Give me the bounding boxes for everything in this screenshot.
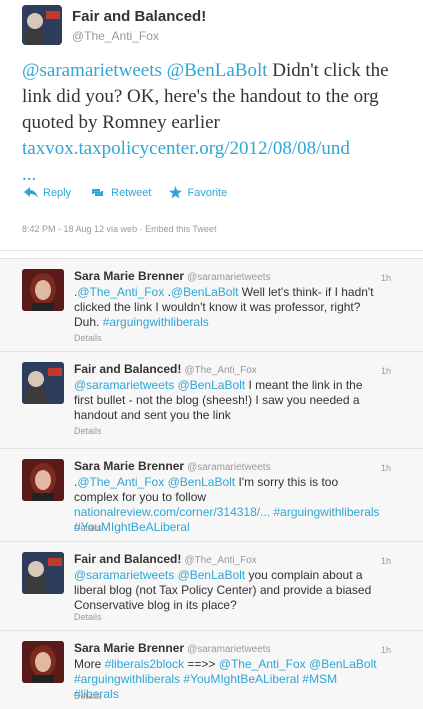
- reply-link[interactable]: #arguingwithliberals: [103, 315, 209, 329]
- reply-author-name[interactable]: Sara Marie Brenner: [74, 269, 184, 283]
- reply-header: Fair and Balanced! @The_Anti_Fox: [74, 362, 257, 376]
- avatar[interactable]: [22, 269, 64, 311]
- reply-text: .@The_Anti_Fox .@BenLaBolt Well let's th…: [74, 285, 384, 330]
- favorite-label: Favorite: [187, 186, 228, 199]
- mention-link[interactable]: @BenLaBolt: [167, 60, 268, 81]
- reply-tweet[interactable]: Fair and Balanced! @The_Anti_Fox 1h @sarama…: [0, 351, 423, 448]
- tweet-author-name[interactable]: Fair and Balanced!: [72, 8, 206, 25]
- avatar[interactable]: [22, 641, 64, 683]
- retweet-button[interactable]: Retweet: [89, 187, 151, 199]
- reply-link[interactable]: @The_Anti_Fox: [219, 657, 306, 671]
- details-link[interactable]: Details: [74, 612, 102, 622]
- retweet-icon: [92, 189, 104, 196]
- reply-author-handle[interactable]: @saramarietweets: [187, 644, 271, 655]
- reply-button[interactable]: Reply: [24, 187, 71, 199]
- url-ellipsis[interactable]: ...: [22, 164, 36, 185]
- reply-link[interactable]: @saramarietweets: [74, 378, 174, 392]
- reply-text-segment: .: [164, 285, 171, 299]
- reply-link[interactable]: #YouMIghtBeALiberal: [183, 672, 299, 686]
- reply-tweet[interactable]: Sara Marie Brenner @saramarietweets 1h .@Th…: [0, 448, 423, 541]
- reply-author-handle[interactable]: @saramarietweets: [187, 272, 271, 283]
- favorite-button[interactable]: Favorite: [169, 186, 227, 199]
- reply-tweet[interactable]: Fair and Balanced! @The_Anti_Fox 1h @sarama…: [0, 541, 423, 630]
- star-icon: [169, 186, 183, 199]
- reply-text: @saramarietweets @BenLaBolt you complain…: [74, 568, 384, 613]
- reply-link[interactable]: @BenLaBolt: [178, 378, 246, 392]
- reply-text-segment: More: [74, 657, 105, 671]
- reply-link[interactable]: @BenLaBolt: [309, 657, 377, 671]
- mention-link[interactable]: @saramarietweets: [22, 60, 162, 81]
- avatar[interactable]: [22, 459, 64, 501]
- reply-icon: [24, 187, 38, 198]
- reply-author-name[interactable]: Fair and Balanced!: [74, 552, 181, 566]
- reply-link[interactable]: #MSM: [302, 672, 337, 686]
- reply-link[interactable]: @BenLaBolt: [171, 285, 239, 299]
- details-link[interactable]: Details: [74, 523, 102, 533]
- reply-timestamp[interactable]: 1h: [381, 463, 391, 473]
- reply-author-handle[interactable]: @The_Anti_Fox: [184, 555, 256, 566]
- tweet-text: @saramarietweets @BenLaBolt Didn't click…: [22, 58, 407, 188]
- reply-link[interactable]: #arguingwithliberals: [74, 672, 180, 686]
- reply-tweet[interactable]: Sara Marie Brenner @saramarietweets 1h More…: [0, 630, 423, 709]
- reply-link[interactable]: @BenLaBolt: [168, 475, 236, 489]
- reply-label: Reply: [43, 186, 72, 199]
- reply-author-name[interactable]: Fair and Balanced!: [74, 362, 181, 376]
- details-link[interactable]: Details: [74, 333, 102, 343]
- tweet-author-handle[interactable]: @The_Anti_Fox: [72, 29, 159, 43]
- reply-timestamp[interactable]: 1h: [381, 645, 391, 655]
- reply-link[interactable]: @saramarietweets: [74, 568, 174, 582]
- tweet-meta: 8:42 PM - 18 Aug 12 via web · Embed this…: [22, 224, 217, 234]
- reply-header: Sara Marie Brenner @saramarietweets: [74, 459, 271, 473]
- details-link[interactable]: Details: [74, 426, 102, 436]
- tweet-actions: Reply Retweet Favorite: [24, 186, 227, 199]
- reply-header: Sara Marie Brenner @saramarietweets: [74, 269, 271, 283]
- reply-timestamp[interactable]: 1h: [381, 273, 391, 283]
- reply-header: Fair and Balanced! @The_Anti_Fox: [74, 552, 257, 566]
- reply-link[interactable]: @BenLaBolt: [178, 568, 246, 582]
- reply-tweet[interactable]: Sara Marie Brenner @saramarietweets 1h .@Th…: [0, 258, 423, 351]
- reply-author-handle[interactable]: @saramarietweets: [187, 462, 271, 473]
- details-link[interactable]: Details: [74, 691, 102, 701]
- reply-text: More #liberals2block ==>> @The_Anti_Fox …: [74, 657, 384, 702]
- reply-link[interactable]: @The_Anti_Fox: [77, 475, 164, 489]
- main-tweet: Fair and Balanced! @The_Anti_Fox @sarama…: [0, 0, 423, 251]
- reply-text: @saramarietweets @BenLaBolt I meant the …: [74, 378, 384, 423]
- reply-header: Sara Marie Brenner @saramarietweets: [74, 641, 271, 655]
- reply-timestamp[interactable]: 1h: [381, 366, 391, 376]
- reply-link[interactable]: #liberals2block: [105, 657, 184, 671]
- reply-text-segment: ==>>: [184, 657, 219, 671]
- reply-timestamp[interactable]: 1h: [381, 556, 391, 566]
- retweet-label: Retweet: [111, 186, 152, 199]
- reply-text: .@The_Anti_Fox @BenLaBolt I'm sorry this…: [74, 475, 384, 535]
- avatar[interactable]: [22, 362, 64, 404]
- avatar[interactable]: [22, 5, 62, 45]
- reply-author-name[interactable]: Sara Marie Brenner: [74, 641, 184, 655]
- avatar[interactable]: [22, 552, 64, 594]
- reply-link[interactable]: @The_Anti_Fox: [77, 285, 164, 299]
- reply-link[interactable]: nationalreview.com/corner/314318/...: [74, 505, 270, 519]
- reply-list: Sara Marie Brenner @saramarietweets 1h .@Th…: [0, 258, 423, 709]
- reply-author-handle[interactable]: @The_Anti_Fox: [184, 365, 256, 376]
- url-link[interactable]: taxvox.taxpolicycenter.org/2012/08/08/un…: [22, 138, 350, 159]
- reply-link[interactable]: #arguingwithliberals: [273, 505, 379, 519]
- reply-author-name[interactable]: Sara Marie Brenner: [74, 459, 184, 473]
